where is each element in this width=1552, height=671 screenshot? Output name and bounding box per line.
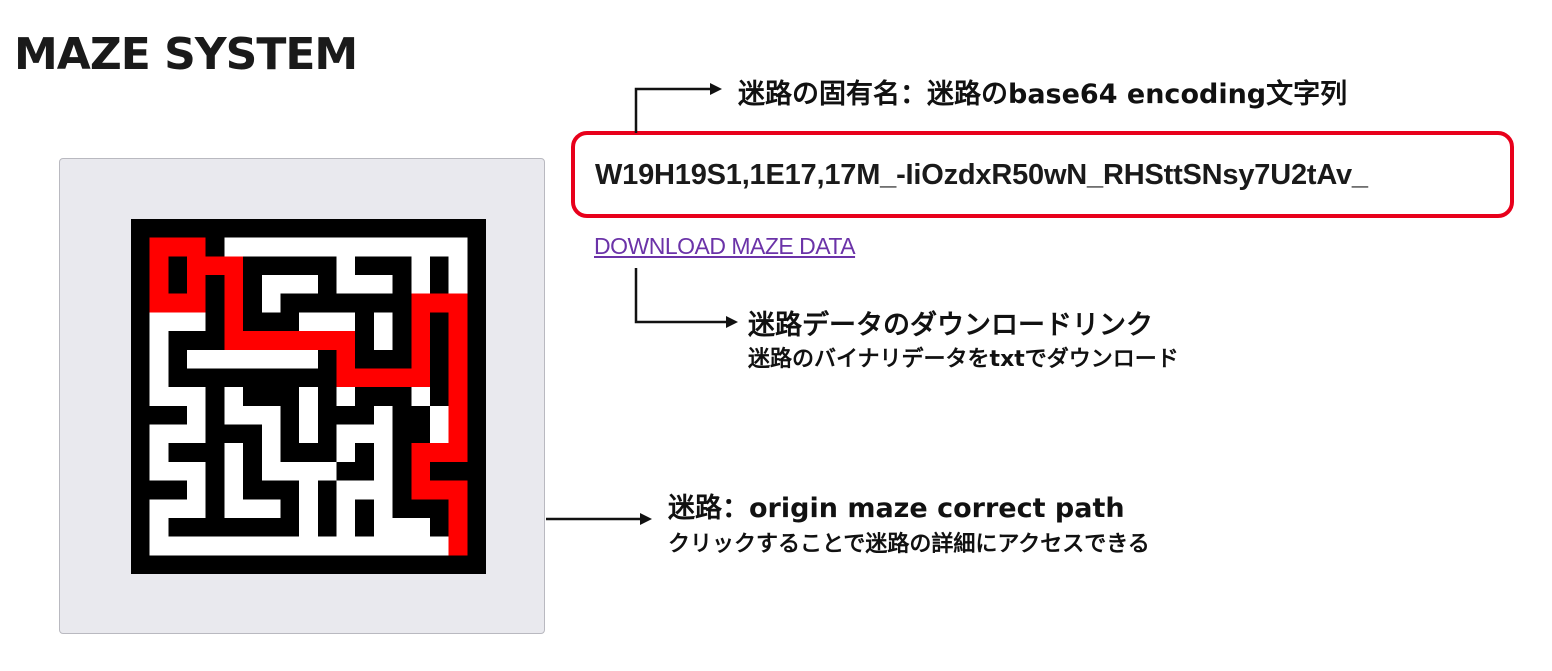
arrow-head-maze	[640, 513, 652, 525]
annotation-arrows	[546, 83, 738, 525]
arrow-to-download-annotation	[634, 268, 728, 324]
arrow-head-name	[710, 83, 722, 95]
arrow-head-download	[726, 316, 738, 328]
arrow-to-name-annotation	[634, 87, 712, 133]
